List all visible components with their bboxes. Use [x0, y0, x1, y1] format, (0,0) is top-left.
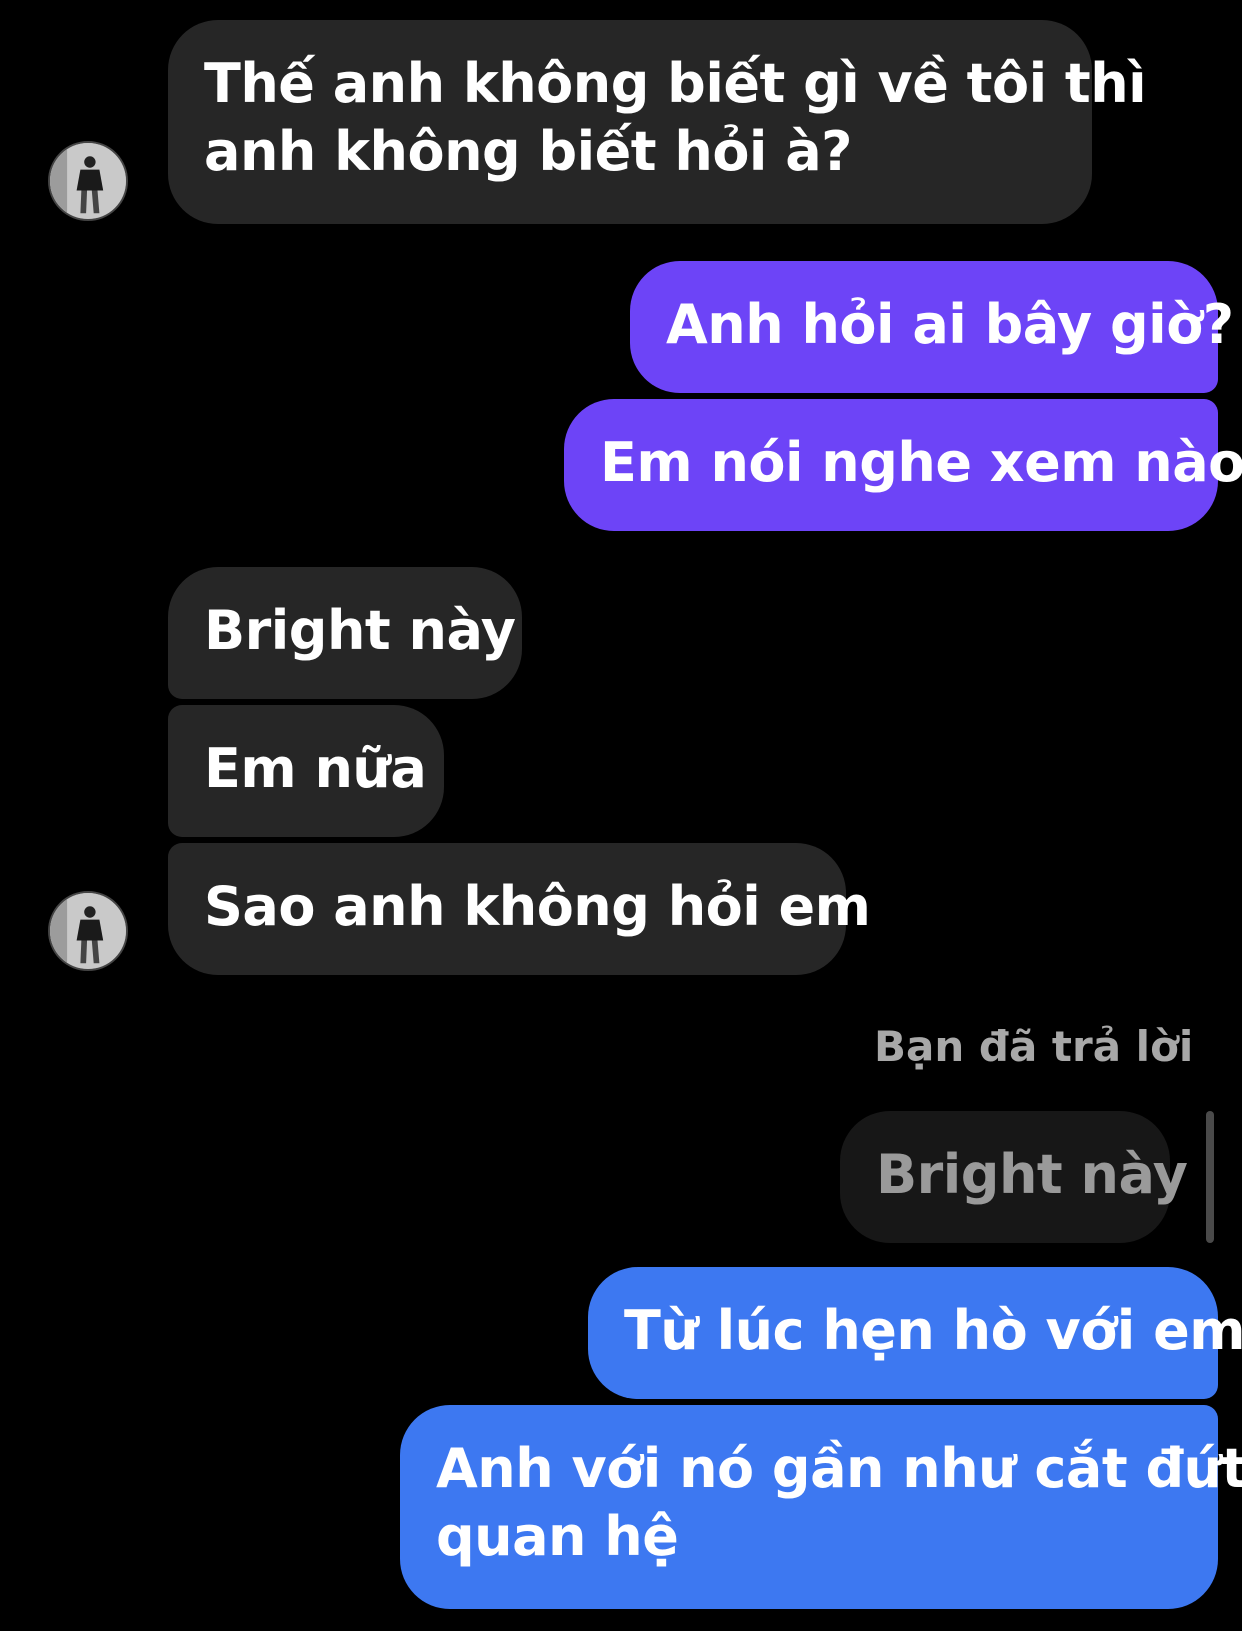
quoted-reply-bubble[interactable]: Bright này [840, 1111, 1188, 1243]
message-text: Từ lúc hẹn hò với em [624, 1299, 1242, 1362]
message-text: Sao anh không hỏi em [204, 875, 871, 938]
outgoing-message-bubble[interactable]: Anh với nó gần như cắt đứt quan hệ [400, 1405, 1242, 1609]
reply-label: Bạn đã trả lời [874, 1022, 1194, 1071]
incoming-message-bubble[interactable]: Sao anh không hỏi em [168, 843, 871, 975]
person-photo-icon [50, 893, 126, 969]
message-text-line: quan hệ [436, 1505, 679, 1568]
person-photo-icon [50, 143, 126, 219]
incoming-message-bubble[interactable]: Bright này [168, 567, 522, 699]
message-text-line: anh không biết hỏi à? [204, 120, 853, 183]
quoted-message-text: Bright này [876, 1143, 1188, 1206]
reply-indicator-bar [1206, 1111, 1214, 1243]
incoming-message-bubble[interactable]: Thế anh không biết gì về tôi thì anh khô… [168, 20, 1147, 224]
contact-avatar[interactable] [48, 141, 128, 221]
contact-avatar[interactable] [48, 891, 128, 971]
message-text-line: Thế anh không biết gì về tôi thì [204, 52, 1147, 115]
outgoing-message-bubble[interactable]: Từ lúc hẹn hò với em [588, 1267, 1242, 1399]
message-text-line: Anh với nó gần như cắt đứt [436, 1437, 1242, 1500]
outgoing-message-bubble[interactable]: Anh hỏi ai bây giờ? [630, 261, 1234, 393]
message-text: Em nữa [204, 737, 427, 800]
outgoing-message-bubble[interactable]: Em nói nghe xem nào [564, 399, 1242, 531]
incoming-message-bubble[interactable]: Em nữa [168, 705, 444, 837]
message-text: Em nói nghe xem nào [600, 431, 1242, 494]
message-text: Anh hỏi ai bây giờ? [666, 293, 1234, 356]
message-text: Bright này [204, 599, 516, 662]
